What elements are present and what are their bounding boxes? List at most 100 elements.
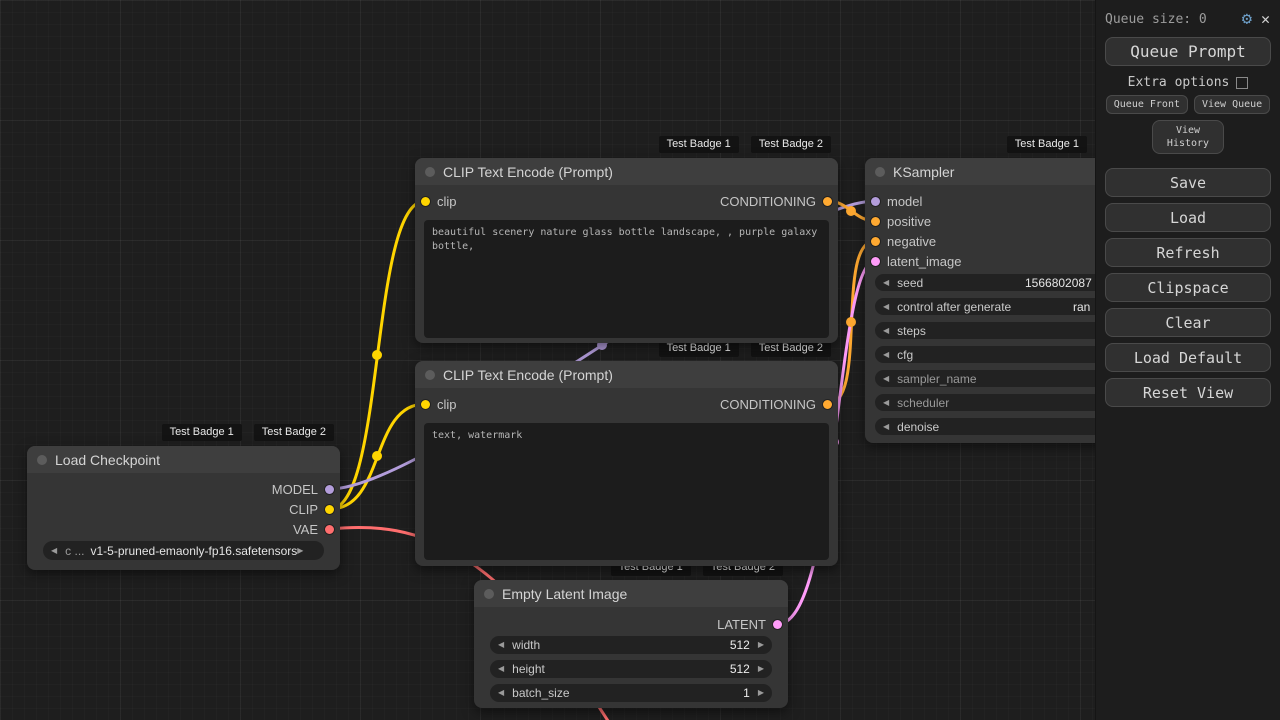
node-clip-text-encode-positive[interactable]: CLIP Text Encode (Prompt) clip CONDITION… xyxy=(415,158,838,343)
node-title: CLIP Text Encode (Prompt) xyxy=(443,366,613,383)
port-clip-input[interactable] xyxy=(421,196,430,206)
positive-prompt-textarea[interactable]: beautiful scenery nature glass bottle la… xyxy=(424,220,829,338)
port-latent-image-input[interactable] xyxy=(871,256,880,266)
port-clip-output[interactable] xyxy=(325,504,334,514)
node-title-bar[interactable]: Empty Latent Image xyxy=(474,580,788,607)
widget-value: 512 xyxy=(729,662,750,676)
widget-label: seed xyxy=(897,275,924,290)
port-model-input[interactable] xyxy=(871,196,880,206)
extra-options-row: Extra options xyxy=(1096,75,1280,90)
node-title-bar[interactable]: CLIP Text Encode (Prompt) xyxy=(415,361,838,388)
slot-label: latent_image xyxy=(887,253,962,269)
decrement-arrow-icon[interactable]: ◀ xyxy=(498,641,504,649)
negative-prompt-textarea[interactable]: text, watermark xyxy=(424,423,829,560)
view-queue-button[interactable]: View Queue xyxy=(1194,95,1271,114)
node-badge: Test Badge 2 xyxy=(253,424,334,441)
slot-model-output: MODEL xyxy=(272,481,334,497)
collapse-dot[interactable] xyxy=(875,166,885,177)
reset-view-button[interactable]: Reset View xyxy=(1105,378,1271,407)
increment-arrow-icon[interactable]: ▶ xyxy=(758,665,764,673)
slot-positive-input: positive xyxy=(871,213,931,229)
widget-value: 1 xyxy=(743,686,750,700)
collapse-dot[interactable] xyxy=(484,588,494,599)
node-title-bar[interactable]: CLIP Text Encode (Prompt) xyxy=(415,158,838,185)
settings-gear-icon[interactable]: ⚙ xyxy=(1242,9,1252,29)
collapse-dot[interactable] xyxy=(425,166,435,177)
ckpt-name-widget[interactable]: ◀ c ... v1-5-pruned-emaonly-fp16.safeten… xyxy=(43,541,324,560)
collapse-dot[interactable] xyxy=(37,454,47,465)
combo-left-arrow-icon[interactable]: ◀ xyxy=(51,546,57,555)
slot-label: clip xyxy=(437,396,457,412)
slot-clip-input: clip xyxy=(421,193,457,209)
port-latent-output[interactable] xyxy=(773,619,782,629)
decrement-arrow-icon[interactable]: ◀ xyxy=(883,278,889,287)
widget-label: batch_size xyxy=(512,686,570,700)
extra-options-label: Extra options xyxy=(1127,75,1230,90)
widget-label: sampler_name xyxy=(897,371,977,386)
view-history-button[interactable]: View History xyxy=(1152,120,1224,154)
decrement-arrow-icon[interactable]: ◀ xyxy=(883,350,889,359)
decrement-arrow-icon[interactable]: ◀ xyxy=(883,326,889,335)
collapse-dot[interactable] xyxy=(425,369,435,380)
increment-arrow-icon[interactable]: ▶ xyxy=(758,641,764,649)
port-conditioning-output[interactable] xyxy=(823,399,832,409)
node-badge: Test Badge 1 xyxy=(1006,136,1087,153)
node-empty-latent-image[interactable]: Empty Latent Image LATENT ◀ width 512 ▶ … xyxy=(474,580,788,708)
clear-button[interactable]: Clear xyxy=(1105,308,1271,337)
height-widget[interactable]: ◀ height 512 ▶ xyxy=(490,660,772,678)
port-conditioning-output[interactable] xyxy=(823,196,832,206)
save-button[interactable]: Save xyxy=(1105,168,1271,197)
widget-value: 512 xyxy=(729,638,750,652)
widget-label: control after generate xyxy=(897,299,1012,314)
decrement-arrow-icon[interactable]: ◀ xyxy=(883,398,889,407)
extra-options-checkbox[interactable] xyxy=(1236,76,1249,89)
load-button[interactable]: Load xyxy=(1105,203,1271,232)
node-clip-text-encode-negative[interactable]: CLIP Text Encode (Prompt) clip CONDITION… xyxy=(415,361,838,566)
widget-value: v1-5-pruned-emaonly-fp16.safetensors xyxy=(90,543,298,558)
widget-value: 1566802087 xyxy=(1025,275,1092,290)
node-title: CLIP Text Encode (Prompt) xyxy=(443,163,613,180)
slot-label: negative xyxy=(887,233,937,249)
node-badge: Test Badge 1 xyxy=(161,424,242,441)
node-title-bar[interactable]: Load Checkpoint xyxy=(27,446,340,473)
width-widget[interactable]: ◀ width 512 ▶ xyxy=(490,636,772,654)
comfy-menu-panel: Queue size: 0 ⚙ ✕ Queue Prompt Extra opt… xyxy=(1095,0,1280,720)
decrement-arrow-icon[interactable]: ◀ xyxy=(498,689,504,697)
widget-label: scheduler xyxy=(897,395,950,410)
clipspace-button[interactable]: Clipspace xyxy=(1105,273,1271,302)
combo-right-arrow-icon[interactable]: ▶ xyxy=(297,546,303,555)
slot-conditioning-output: CONDITIONING xyxy=(720,193,832,209)
port-negative-input[interactable] xyxy=(871,236,880,246)
slot-latent-output: LATENT xyxy=(717,616,782,632)
widget-label: cfg xyxy=(897,347,914,362)
port-positive-input[interactable] xyxy=(871,216,880,226)
slot-latent-image-input: latent_image xyxy=(871,253,961,269)
port-vae-output[interactable] xyxy=(325,524,334,534)
slot-label: positive xyxy=(887,213,932,229)
refresh-button[interactable]: Refresh xyxy=(1105,238,1271,267)
decrement-arrow-icon[interactable]: ◀ xyxy=(883,422,889,431)
batch-size-widget[interactable]: ◀ batch_size 1 ▶ xyxy=(490,684,772,702)
queue-front-button[interactable]: Queue Front xyxy=(1105,95,1188,114)
queue-size-row: Queue size: 0 ⚙ ✕ xyxy=(1096,0,1280,31)
node-title: Empty Latent Image xyxy=(502,585,628,602)
queue-size-label: Queue size: 0 xyxy=(1105,11,1207,27)
badge-row-clip-positive: Test Badge 1 Test Badge 2 xyxy=(415,136,831,153)
close-icon[interactable]: ✕ xyxy=(1261,10,1270,28)
slot-label: CLIP xyxy=(289,501,318,517)
widget-label: width xyxy=(512,638,541,652)
decrement-arrow-icon[interactable]: ◀ xyxy=(883,302,889,311)
slot-conditioning-output: CONDITIONING xyxy=(720,396,832,412)
port-model-output[interactable] xyxy=(325,484,334,494)
node-load-checkpoint[interactable]: Load Checkpoint MODEL CLIP VAE ◀ c ... v… xyxy=(27,446,340,570)
widget-label: steps xyxy=(897,323,926,338)
port-clip-input[interactable] xyxy=(421,399,430,409)
increment-arrow-icon[interactable]: ▶ xyxy=(758,689,764,697)
queue-prompt-button[interactable]: Queue Prompt xyxy=(1105,37,1271,66)
decrement-arrow-icon[interactable]: ◀ xyxy=(883,374,889,383)
decrement-arrow-icon[interactable]: ◀ xyxy=(498,665,504,673)
slot-label: model xyxy=(887,193,923,209)
load-default-button[interactable]: Load Default xyxy=(1105,343,1271,372)
widget-label: c ... xyxy=(65,543,85,558)
node-title: Load Checkpoint xyxy=(55,451,161,468)
